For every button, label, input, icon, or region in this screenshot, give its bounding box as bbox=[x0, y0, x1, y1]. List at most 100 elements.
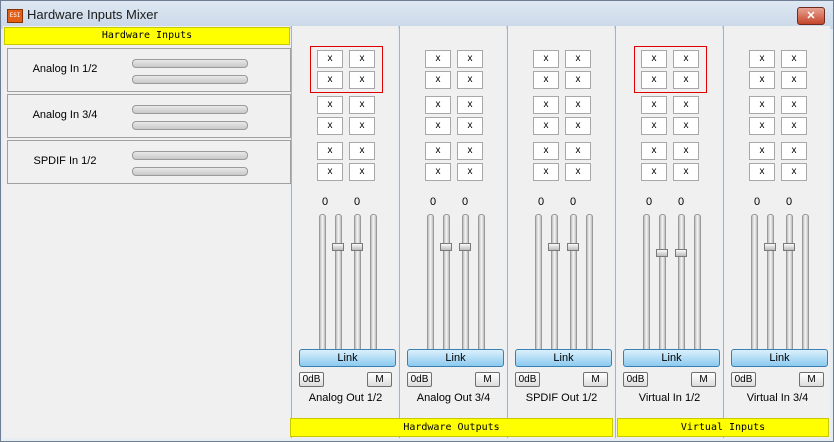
fader-right-track[interactable] bbox=[462, 214, 469, 352]
strip-name-label: Analog Out 3/4 bbox=[416, 392, 491, 404]
routing-cell[interactable]: x bbox=[641, 142, 667, 160]
mute-button[interactable]: M bbox=[367, 372, 392, 387]
routing-cell[interactable]: x bbox=[425, 142, 451, 160]
hardware-outputs-footer: Hardware Outputs bbox=[290, 418, 613, 437]
highlight-frame bbox=[310, 46, 383, 93]
routing-cell[interactable]: x bbox=[533, 96, 559, 114]
routing-cell[interactable]: x bbox=[565, 163, 591, 181]
zero-db-button[interactable]: 0dB bbox=[515, 372, 540, 387]
fader-right-handle[interactable] bbox=[675, 248, 687, 257]
output-meter-right-track bbox=[586, 214, 593, 352]
title-bar[interactable]: ESI Hardware Inputs Mixer ✕ bbox=[1, 1, 833, 29]
level-meter-right bbox=[132, 121, 248, 130]
routing-cell[interactable]: x bbox=[457, 50, 483, 68]
fader-right-handle[interactable] bbox=[351, 243, 363, 252]
routing-cell[interactable]: x bbox=[781, 142, 807, 160]
routing-cell[interactable]: x bbox=[749, 50, 775, 68]
link-button[interactable]: Link bbox=[299, 349, 396, 367]
fader-right-track[interactable] bbox=[786, 214, 793, 352]
routing-cell[interactable]: x bbox=[641, 96, 667, 114]
routing-cell[interactable]: x bbox=[425, 96, 451, 114]
routing-cell[interactable]: x bbox=[425, 71, 451, 89]
routing-cell[interactable]: x bbox=[349, 163, 375, 181]
routing-cell[interactable]: x bbox=[781, 50, 807, 68]
routing-cell[interactable]: x bbox=[533, 163, 559, 181]
routing-cell[interactable]: x bbox=[565, 50, 591, 68]
fader-left-handle[interactable] bbox=[548, 243, 560, 252]
fader-right-track[interactable] bbox=[678, 214, 685, 352]
zero-db-button[interactable]: 0dB bbox=[731, 372, 756, 387]
fader-left-track[interactable] bbox=[659, 214, 666, 352]
routing-cell[interactable]: x bbox=[457, 71, 483, 89]
zero-db-button[interactable]: 0dB bbox=[299, 372, 324, 387]
routing-cell[interactable]: x bbox=[641, 117, 667, 135]
routing-cell[interactable]: x bbox=[565, 142, 591, 160]
routing-cell[interactable]: x bbox=[781, 163, 807, 181]
routing-cell[interactable]: x bbox=[457, 96, 483, 114]
routing-cell[interactable]: x bbox=[317, 117, 343, 135]
link-button[interactable]: Link bbox=[515, 349, 612, 367]
routing-cell[interactable]: x bbox=[673, 163, 699, 181]
routing-cell[interactable]: x bbox=[673, 96, 699, 114]
link-button[interactable]: Link bbox=[731, 349, 828, 367]
routing-cell[interactable]: x bbox=[533, 117, 559, 135]
routing-cell[interactable]: x bbox=[349, 142, 375, 160]
fader-left-handle[interactable] bbox=[332, 243, 344, 252]
routing-cell[interactable]: x bbox=[425, 50, 451, 68]
routing-cell[interactable]: x bbox=[749, 71, 775, 89]
routing-cell[interactable]: x bbox=[673, 142, 699, 160]
fader-left-track[interactable] bbox=[443, 214, 450, 352]
right-level-value: 0 bbox=[353, 196, 361, 208]
left-level-value: 0 bbox=[429, 196, 437, 208]
right-level-value: 0 bbox=[569, 196, 577, 208]
routing-cell[interactable]: x bbox=[749, 96, 775, 114]
routing-cell[interactable]: x bbox=[317, 142, 343, 160]
routing-cell[interactable]: x bbox=[781, 117, 807, 135]
routing-cell[interactable]: x bbox=[781, 71, 807, 89]
routing-cell[interactable]: x bbox=[565, 71, 591, 89]
routing-cell[interactable]: x bbox=[533, 142, 559, 160]
zero-db-button[interactable]: 0dB bbox=[623, 372, 648, 387]
fader-right-handle[interactable] bbox=[783, 243, 795, 252]
routing-cell[interactable]: x bbox=[457, 163, 483, 181]
routing-cell[interactable]: x bbox=[457, 117, 483, 135]
routing-cell[interactable]: x bbox=[641, 163, 667, 181]
routing-cell[interactable]: x bbox=[565, 96, 591, 114]
routing-cell[interactable]: x bbox=[749, 142, 775, 160]
routing-cell[interactable]: x bbox=[349, 117, 375, 135]
app-logo-icon: ESI bbox=[7, 9, 23, 23]
mute-button[interactable]: M bbox=[475, 372, 500, 387]
fader-right-track[interactable] bbox=[354, 214, 361, 352]
link-button[interactable]: Link bbox=[407, 349, 504, 367]
routing-cell[interactable]: x bbox=[781, 96, 807, 114]
routing-cell[interactable]: x bbox=[457, 142, 483, 160]
mute-button[interactable]: M bbox=[691, 372, 716, 387]
routing-cell[interactable]: x bbox=[349, 96, 375, 114]
fader-left-track[interactable] bbox=[335, 214, 342, 352]
mute-button[interactable]: M bbox=[799, 372, 824, 387]
routing-cell[interactable]: x bbox=[425, 163, 451, 181]
routing-cell[interactable]: x bbox=[533, 71, 559, 89]
fader-right-handle[interactable] bbox=[567, 243, 579, 252]
routing-cell[interactable]: x bbox=[673, 117, 699, 135]
routing-cell[interactable]: x bbox=[565, 117, 591, 135]
fader-left-handle[interactable] bbox=[440, 243, 452, 252]
fader-left-handle[interactable] bbox=[656, 248, 668, 257]
right-level-value: 0 bbox=[461, 196, 469, 208]
right-level-value: 0 bbox=[677, 196, 685, 208]
fader-left-track[interactable] bbox=[551, 214, 558, 352]
routing-cell[interactable]: x bbox=[749, 117, 775, 135]
routing-cell[interactable]: x bbox=[533, 50, 559, 68]
routing-cell[interactable]: x bbox=[317, 163, 343, 181]
fader-right-track[interactable] bbox=[570, 214, 577, 352]
close-button[interactable]: ✕ bbox=[797, 7, 825, 25]
fader-right-handle[interactable] bbox=[459, 243, 471, 252]
link-button[interactable]: Link bbox=[623, 349, 720, 367]
routing-cell[interactable]: x bbox=[425, 117, 451, 135]
fader-left-track[interactable] bbox=[767, 214, 774, 352]
fader-left-handle[interactable] bbox=[764, 243, 776, 252]
routing-cell[interactable]: x bbox=[317, 96, 343, 114]
mute-button[interactable]: M bbox=[583, 372, 608, 387]
zero-db-button[interactable]: 0dB bbox=[407, 372, 432, 387]
routing-cell[interactable]: x bbox=[749, 163, 775, 181]
